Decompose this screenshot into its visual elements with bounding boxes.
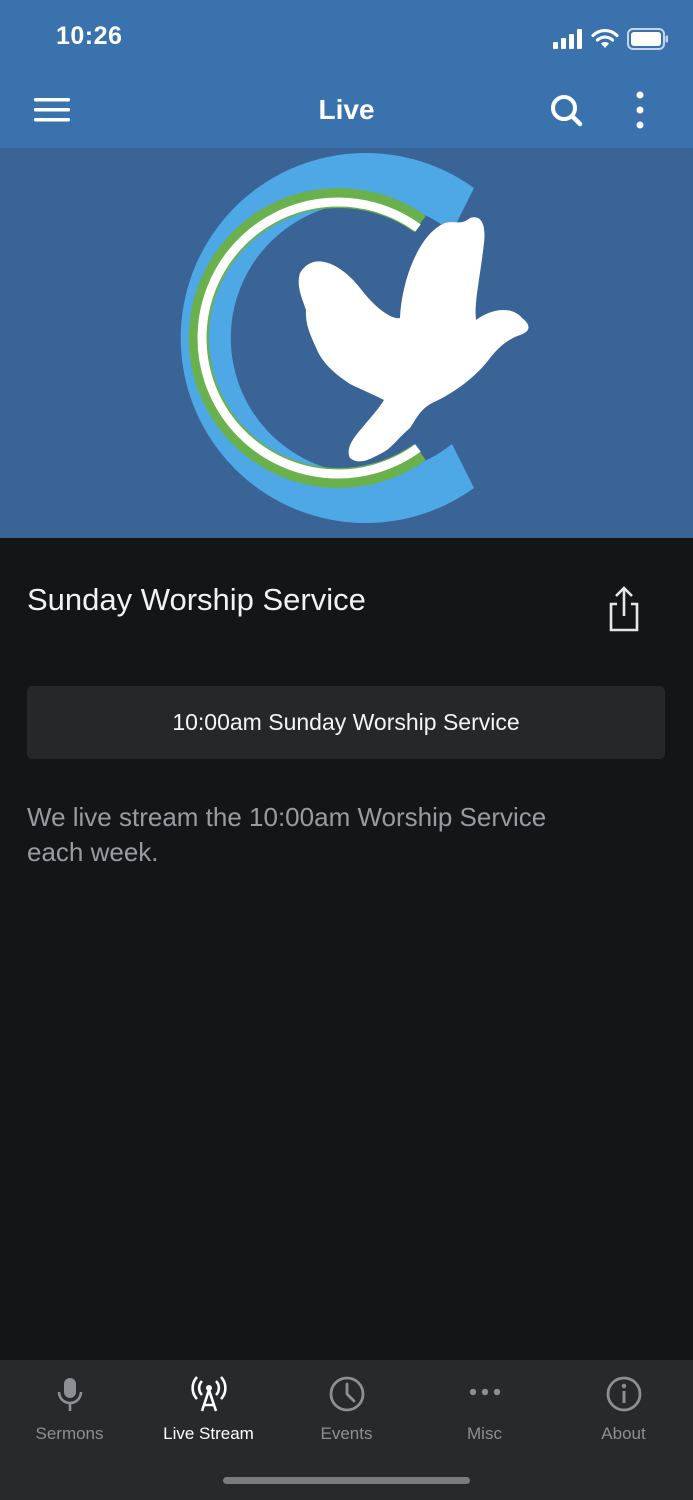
share-icon: [609, 586, 639, 632]
tab-events[interactable]: Events: [277, 1360, 416, 1460]
info-icon: [606, 1376, 641, 1412]
search-icon: [551, 95, 583, 127]
church-logo: [180, 153, 529, 524]
stream-title: Sunday Worship Service: [27, 582, 366, 617]
tab-label: Live Stream: [163, 1424, 254, 1443]
tab-about[interactable]: About: [554, 1360, 693, 1460]
stream-description: We live stream the 10:00am Worship Servi…: [27, 802, 547, 867]
search-button[interactable]: [546, 90, 586, 130]
more-vertical-icon: [636, 91, 644, 129]
tab-label: Sermons: [35, 1424, 104, 1443]
tab-label: Events: [320, 1424, 373, 1443]
more-options-button[interactable]: [626, 88, 654, 132]
app-bar: Live: [0, 72, 693, 148]
signal-icon: [553, 29, 582, 49]
wifi-icon: [591, 28, 619, 48]
tab-bar: Sermons Live Stream Events Misc About: [0, 1360, 693, 1500]
status-icons: [553, 26, 669, 52]
tab-misc[interactable]: Misc: [415, 1360, 554, 1460]
content-area: Sunday Worship Service 10:00am Sunday Wo…: [0, 538, 693, 1360]
tab-label: Misc: [467, 1424, 502, 1443]
hero-banner: [0, 148, 693, 538]
broadcast-icon: [190, 1376, 227, 1412]
home-indicator[interactable]: [223, 1477, 470, 1484]
page-title: Live: [318, 94, 375, 125]
share-button[interactable]: [604, 584, 644, 634]
service-button[interactable]: 10:00am Sunday Worship Service: [27, 686, 665, 759]
microphone-icon: [57, 1378, 82, 1411]
tab-label: About: [601, 1424, 646, 1443]
dove-icon: [298, 217, 529, 462]
tab-sermons[interactable]: Sermons: [0, 1360, 139, 1460]
battery-icon: [627, 28, 668, 50]
more-horizontal-icon: [469, 1388, 500, 1396]
clock-icon: [329, 1376, 364, 1412]
header: 10:26 Live: [0, 0, 693, 148]
status-time: 10:26: [56, 22, 123, 50]
tab-live-stream[interactable]: Live Stream: [139, 1360, 278, 1460]
